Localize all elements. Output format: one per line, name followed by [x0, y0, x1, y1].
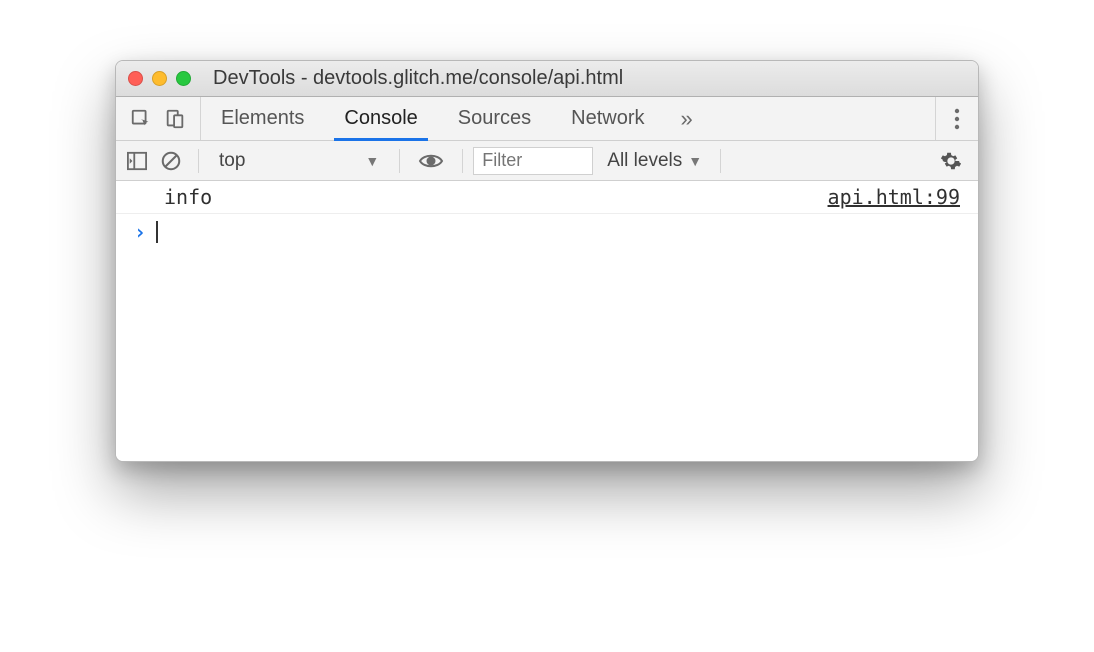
tab-network[interactable]: Network: [551, 97, 664, 140]
separator: [720, 149, 721, 173]
log-source-link[interactable]: api.html:99: [828, 185, 960, 209]
panel-tabs: Elements Console Sources Network: [201, 97, 665, 140]
log-message: info: [164, 185, 212, 209]
separator: [399, 149, 400, 173]
inspect-controls: [116, 97, 201, 140]
minimize-window-button[interactable]: [152, 71, 167, 86]
text-cursor: [156, 221, 158, 243]
titlebar: DevTools - devtools.glitch.me/console/ap…: [116, 61, 978, 97]
window-title: DevTools - devtools.glitch.me/console/ap…: [201, 67, 966, 90]
context-label: top: [219, 150, 245, 172]
console-toolbar: top ▼ All levels ▼: [116, 141, 978, 181]
tab-console[interactable]: Console: [324, 97, 437, 140]
context-selector[interactable]: top ▼: [209, 150, 389, 172]
zoom-window-button[interactable]: [176, 71, 191, 86]
console-settings-icon[interactable]: [934, 150, 968, 172]
log-entry: info api.html:99: [116, 181, 978, 214]
filter-input[interactable]: [473, 147, 593, 175]
separator: [462, 149, 463, 173]
tabs-overflow-button[interactable]: »: [665, 97, 709, 140]
tab-sources[interactable]: Sources: [438, 97, 551, 140]
prompt-chevron-icon: ›: [134, 220, 146, 244]
clear-console-icon[interactable]: [154, 150, 188, 172]
console-prompt[interactable]: ›: [116, 214, 978, 250]
device-toggle-icon[interactable]: [164, 108, 186, 130]
chevron-down-icon: ▼: [365, 153, 379, 169]
console-output: info api.html:99 ›: [116, 181, 978, 461]
main-tabbar: Elements Console Sources Network »: [116, 97, 978, 141]
log-level-selector[interactable]: All levels ▼: [599, 150, 710, 172]
tab-elements[interactable]: Elements: [201, 97, 324, 140]
chevron-down-icon: ▼: [688, 153, 702, 169]
live-expression-icon[interactable]: [410, 152, 452, 170]
log-level-label: All levels: [607, 150, 682, 172]
traffic-lights: [128, 71, 191, 86]
more-options-button[interactable]: [935, 97, 978, 140]
inspect-element-icon[interactable]: [130, 108, 152, 130]
separator: [198, 149, 199, 173]
devtools-window: DevTools - devtools.glitch.me/console/ap…: [115, 60, 979, 462]
console-sidebar-toggle-icon[interactable]: [126, 151, 148, 171]
close-window-button[interactable]: [128, 71, 143, 86]
